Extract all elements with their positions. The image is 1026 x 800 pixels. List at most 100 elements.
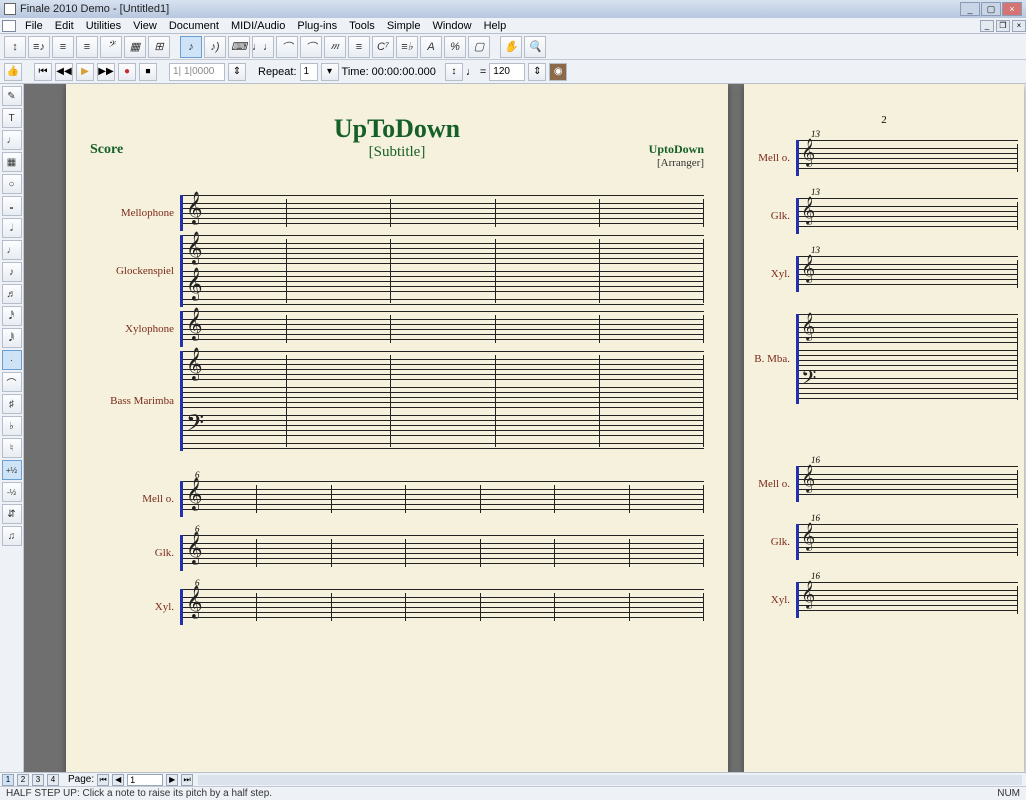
repeat-dropdown[interactable]: ▾ — [321, 63, 339, 81]
pal-eraser[interactable]: ✎ — [2, 86, 22, 106]
layer-1[interactable]: 1 — [2, 774, 14, 786]
tool-resize[interactable]: % — [444, 36, 466, 58]
page-last[interactable]: ⏭ — [181, 774, 193, 786]
tool-layout[interactable]: ⊞ — [148, 36, 170, 58]
tool-key[interactable]: ≡ — [76, 36, 98, 58]
arranger-name[interactable]: [Arranger] — [614, 157, 704, 169]
pal-thirtysecond-note[interactable]: 𝅘𝅥𝅰 — [2, 306, 22, 326]
score-page-1[interactable]: Score UpToDown [Subtitle] UptoDown [Arra… — [66, 84, 728, 772]
play-record[interactable]: ● — [118, 63, 136, 81]
staff-p2[interactable]: 13𝄞 — [796, 256, 1018, 292]
tempo-tap[interactable]: ↕ — [445, 63, 463, 81]
page-next[interactable]: ▶ — [166, 774, 178, 786]
page-first[interactable]: ⏮ — [97, 774, 109, 786]
pal-sixteenth-note[interactable]: ♬ — [2, 284, 22, 304]
pal-grace[interactable]: ♫ — [2, 526, 22, 546]
maximize-button[interactable]: ▢ — [981, 2, 1001, 16]
layer-2[interactable]: 2 — [17, 774, 29, 786]
pal-sharp[interactable]: ♯ — [2, 394, 22, 414]
counter-field[interactable]: 1| 1|0000 — [169, 63, 225, 81]
tool-measure[interactable]: ≡ — [52, 36, 74, 58]
mdi-close[interactable]: × — [1012, 20, 1026, 32]
tool-hand[interactable]: ✋ — [500, 36, 522, 58]
staff-xylophone[interactable]: 𝄞 — [180, 311, 704, 347]
layer-3[interactable]: 3 — [32, 774, 44, 786]
pal-enharmonic[interactable]: ⇵ — [2, 504, 22, 524]
tool-slur[interactable]: ⌒ — [300, 36, 322, 58]
menu-help[interactable]: Help — [478, 20, 513, 32]
menu-edit[interactable]: Edit — [49, 20, 80, 32]
tool-time-sig[interactable]: ▦ — [124, 36, 146, 58]
staff-glk-2[interactable]: 6𝄞 — [180, 535, 704, 571]
mdi-restore[interactable]: ❐ — [996, 20, 1010, 32]
menu-simple[interactable]: Simple — [381, 20, 427, 32]
menu-midi-audio[interactable]: MIDI/Audio — [225, 20, 291, 32]
menu-utilities[interactable]: Utilities — [80, 20, 127, 32]
pal-tie[interactable]: ⌒ — [2, 372, 22, 392]
tempo-spin[interactable]: ⇕ — [528, 63, 546, 81]
staff-p2b[interactable]: 16𝄞 — [796, 524, 1018, 560]
pal-eighth-note[interactable]: ♪ — [2, 262, 22, 282]
counter-spin[interactable]: ⇕ — [228, 63, 246, 81]
staff-bass-marimba[interactable]: 𝄞𝄢 — [180, 351, 704, 451]
menu-tools[interactable]: Tools — [343, 20, 381, 32]
tool-zoom[interactable]: 🔍 — [524, 36, 546, 58]
tool-nav[interactable]: ↕ — [4, 36, 26, 58]
staff-p2[interactable]: 13𝄞 — [796, 198, 1018, 234]
pal-repitch[interactable]: ♩ — [2, 130, 22, 150]
staff-p2b[interactable]: 16𝄞 — [796, 466, 1018, 502]
pal-half-step-up[interactable]: +½ — [2, 460, 22, 480]
staff-glockenspiel[interactable]: 𝄞𝄞 — [180, 235, 704, 307]
horizontal-scrollbar[interactable] — [198, 775, 1022, 785]
minimize-button[interactable]: _ — [960, 2, 980, 16]
close-button[interactable]: × — [1002, 2, 1022, 16]
pal-flat[interactable]: ♭ — [2, 416, 22, 436]
tool-expression[interactable]: ≡ — [348, 36, 370, 58]
pal-t[interactable]: T — [2, 108, 22, 128]
tool-text[interactable]: A — [420, 36, 442, 58]
menu-window[interactable]: Window — [426, 20, 477, 32]
tool-smartshape[interactable]: ⌒ — [276, 36, 298, 58]
tool-staff[interactable]: ≡♪ — [28, 36, 50, 58]
play-rewind[interactable]: ◀◀ — [55, 63, 73, 81]
tool-simple-entry[interactable]: ♪ — [180, 36, 202, 58]
pal-natural[interactable]: ♮ — [2, 438, 22, 458]
pal-whole-note[interactable]: 𝅝 — [2, 196, 22, 216]
staff-mellophone[interactable]: 𝄞 — [180, 195, 704, 231]
pal-sixtyfourth-note[interactable]: 𝅘𝅥𝅱 — [2, 328, 22, 348]
pal-half-note[interactable]: 𝅗𝅥 — [2, 218, 22, 238]
pal-grid[interactable]: ▦ — [2, 152, 22, 172]
play-stop[interactable]: ⏹ — [139, 63, 157, 81]
score-subtitle[interactable]: [Subtitle] — [180, 144, 614, 161]
audio-settings-icon[interactable]: ◉ — [549, 63, 567, 81]
tempo-field[interactable]: 120 — [489, 63, 525, 81]
composer-name[interactable]: UptoDown — [614, 142, 704, 157]
staff-p2b[interactable]: 16𝄞 — [796, 582, 1018, 618]
pal-dot[interactable]: · — [2, 350, 22, 370]
mdi-minimize[interactable]: _ — [980, 20, 994, 32]
play-forward[interactable]: ▶▶ — [97, 63, 115, 81]
staff-mello-2[interactable]: 6𝄞 — [180, 481, 704, 517]
tool-articulation[interactable]: 𝆐 — [324, 36, 346, 58]
page-field[interactable] — [127, 774, 163, 786]
thumbs-up-icon[interactable]: 👍 — [4, 63, 22, 81]
play-first[interactable]: ⏮ — [34, 63, 52, 81]
menu-document[interactable]: Document — [163, 20, 225, 32]
layer-4[interactable]: 4 — [47, 774, 59, 786]
score-canvas[interactable]: Score UpToDown [Subtitle] UptoDown [Arra… — [24, 84, 1026, 772]
tool-repeat[interactable]: ≡♭ — [396, 36, 418, 58]
menu-plugins[interactable]: Plug-ins — [291, 20, 343, 32]
page-prev[interactable]: ◀ — [112, 774, 124, 786]
staff-p2[interactable]: 13𝄞 — [796, 140, 1018, 176]
pal-circle[interactable]: ○ — [2, 174, 22, 194]
repeat-field[interactable]: 1 — [300, 63, 318, 81]
play-play[interactable]: ▶ — [76, 63, 94, 81]
score-page-2[interactable]: 2 Mell o. 13𝄞 Glk. 13𝄞 Xyl. 13𝄞 B. Mba. … — [744, 84, 1024, 772]
staff-p2[interactable]: 𝄞𝄢 — [796, 314, 1018, 404]
tool-page[interactable]: ▢ — [468, 36, 490, 58]
pal-quarter-note[interactable]: ♩ — [2, 240, 22, 260]
tool-speedy-entry[interactable]: ♪) — [204, 36, 226, 58]
tool-hyperscribe[interactable]: ⌨ — [228, 36, 250, 58]
tool-tuplet[interactable]: ♩♩ — [252, 36, 274, 58]
menu-view[interactable]: View — [127, 20, 163, 32]
